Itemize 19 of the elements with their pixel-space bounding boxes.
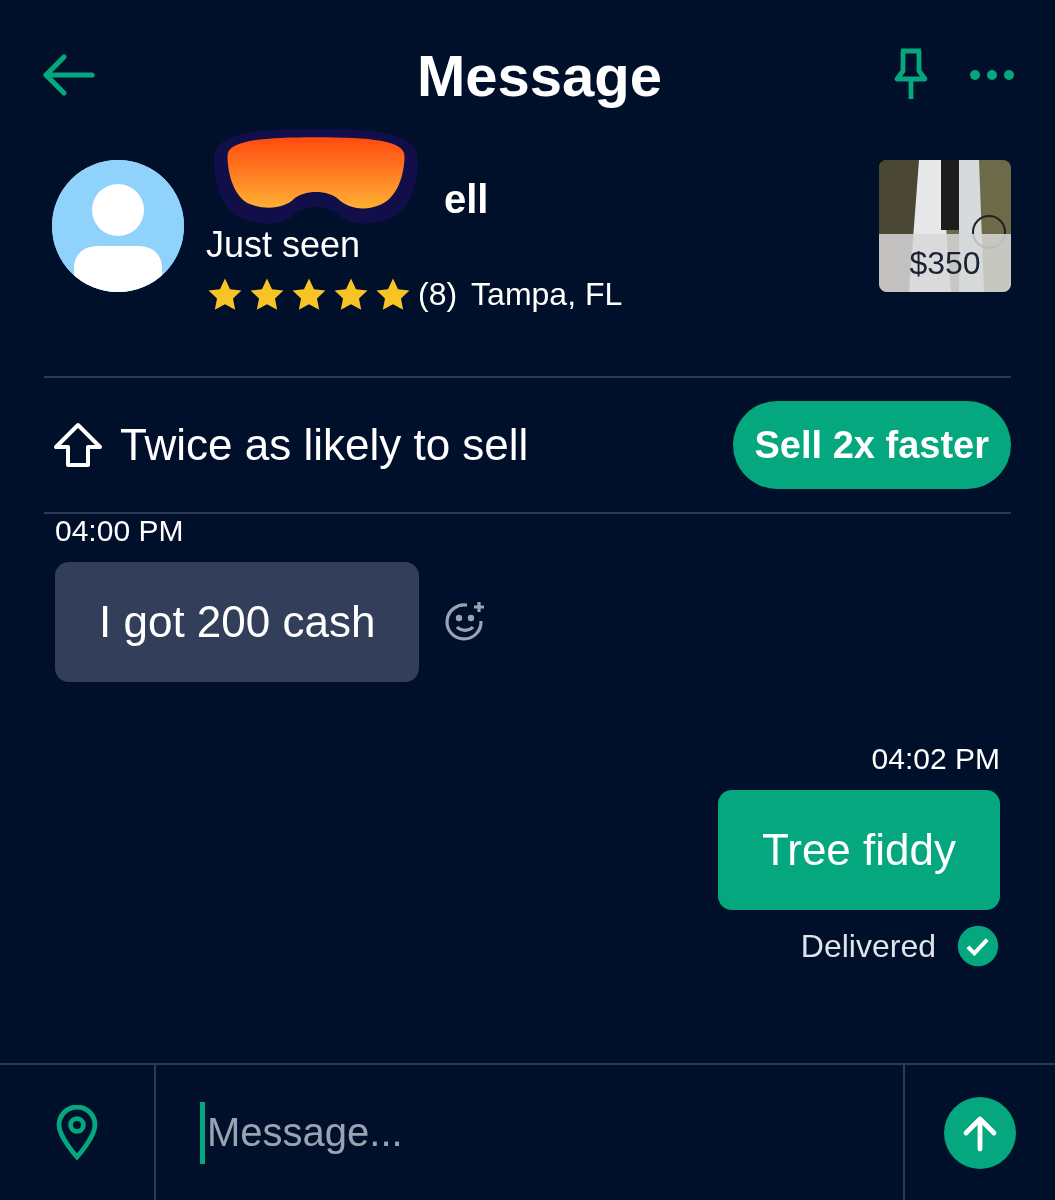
message-time: 04:00 PM [55,514,185,548]
message-input[interactable]: Message... [200,1101,809,1164]
location-pin-icon[interactable] [55,1104,99,1161]
message-bubble: Tree fiddy [718,790,1000,910]
rating-count: (8) [418,276,458,313]
delivery-status: Delivered [800,927,936,965]
online-status: Just seen [206,224,362,266]
sell-faster-button[interactable]: Sell 2x faster [732,401,1011,489]
page-title: Message [416,41,663,109]
user-name: ell [444,177,489,222]
message-time: 04:02 PM [871,742,1000,776]
location: Tampa, FL [471,276,623,313]
more-icon[interactable] [969,69,1015,81]
message-bubble: I got 200 cash [55,562,420,682]
check-icon [956,924,1000,968]
arrow-up-icon [52,421,104,469]
back-icon[interactable] [40,51,96,99]
listing-price: $350 [879,234,1011,292]
promo-text: Twice as likely to sell [120,420,530,470]
